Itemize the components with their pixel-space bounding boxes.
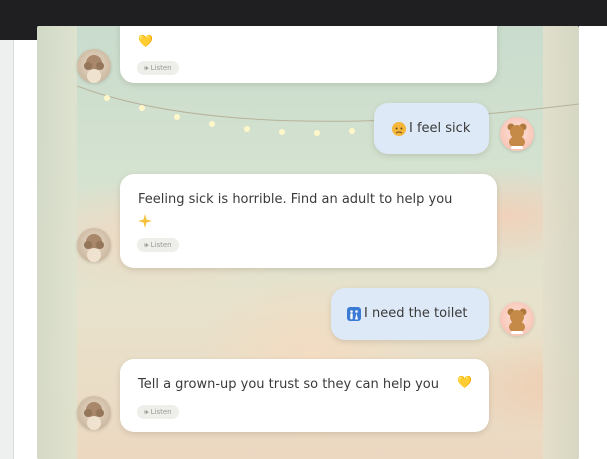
right-panel-edge: [579, 26, 607, 459]
sick-face-emoji-icon: [392, 122, 406, 136]
restroom-emoji-icon: [347, 307, 361, 321]
poodle-icon: [84, 234, 104, 262]
listen-button[interactable]: 🕪 Listen: [137, 238, 179, 252]
listen-button[interactable]: 🕪 Listen: [137, 405, 179, 419]
assistant-avatar: [77, 396, 111, 430]
listen-button[interactable]: 🕪 Listen: [137, 61, 179, 75]
assistant-message-bubble: Tell a grown-up you trust so they can he…: [120, 359, 489, 432]
heart-emoji-icon: 💛: [138, 34, 153, 48]
assistant-message-text: Feeling sick is horrible. Find an adult …: [138, 192, 453, 207]
chat-view[interactable]: 💛 🕪 Listen I feel sick Feeling sick is h…: [37, 26, 579, 459]
assistant-message-bubble: Feeling sick is horrible. Find an adult …: [120, 174, 497, 268]
user-message-bubble: I feel sick: [374, 103, 489, 154]
poodle-icon: [84, 55, 104, 83]
poodle-icon: [84, 402, 104, 430]
user-message-text: I feel sick: [409, 121, 471, 136]
sparkle-emoji-icon: [138, 214, 152, 228]
teddy-bear-icon: [507, 308, 527, 334]
user-message-bubble: I need the toilet: [331, 288, 489, 340]
user-avatar: [500, 117, 534, 151]
heart-emoji-icon: 💛: [457, 375, 472, 389]
teddy-bear-icon: [507, 123, 527, 149]
left-panel-edge: [0, 40, 14, 459]
user-avatar: [500, 302, 534, 336]
user-message-text: I need the toilet: [364, 306, 468, 321]
assistant-avatar: [77, 228, 111, 262]
assistant-message-text: Tell a grown-up you trust so they can he…: [138, 377, 439, 392]
assistant-avatar: [77, 49, 111, 83]
assistant-message-bubble: 💛 🕪 Listen: [120, 26, 497, 83]
